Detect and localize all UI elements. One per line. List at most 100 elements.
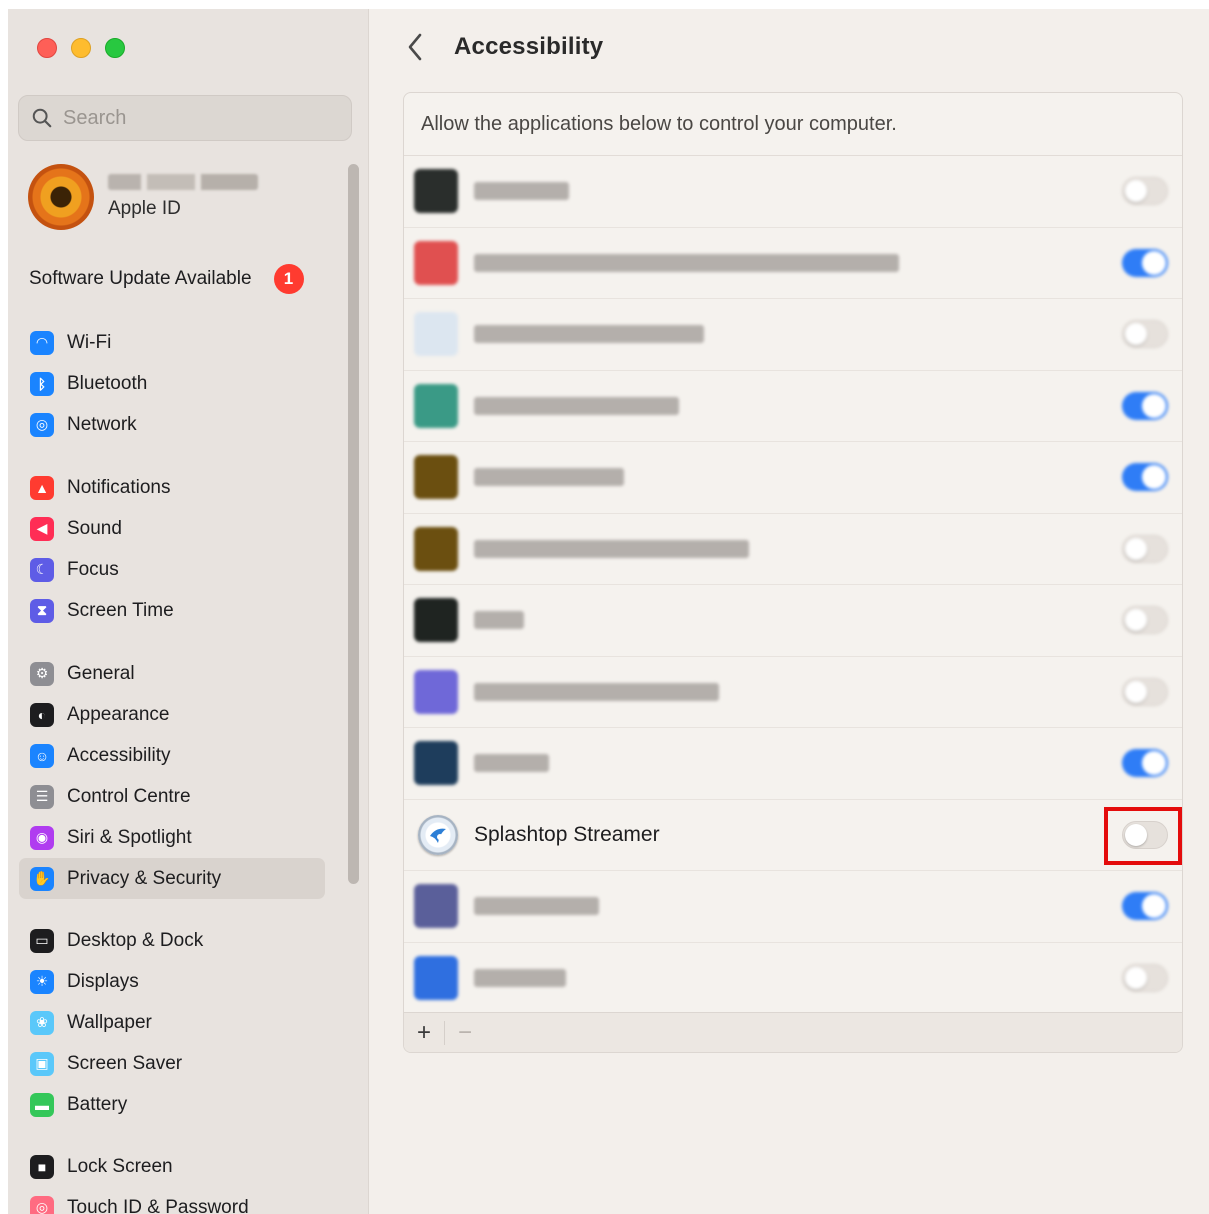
search-icon — [32, 108, 52, 128]
app-icon-redacted — [414, 455, 458, 500]
main-content: Accessibility Allow the applications bel… — [370, 9, 1209, 1214]
sidebar-item-label: Appearance — [67, 703, 170, 725]
sidebar-item-desktop-and-dock[interactable]: ▭ Desktop & Dock — [19, 920, 325, 961]
sidebar-item-label: Wallpaper — [67, 1011, 152, 1033]
app-icon-redacted — [414, 955, 458, 1000]
sidebar-item-label: Touch ID & Password — [67, 1196, 249, 1214]
search-input[interactable] — [63, 106, 323, 130]
search-field[interactable] — [18, 95, 352, 141]
sidebar-item-general[interactable]: ⚙ General — [19, 653, 325, 694]
gear-icon: ⚙ — [30, 661, 54, 686]
sidebar-item-displays[interactable]: ☀ Displays — [19, 961, 325, 1002]
app-list: Splashtop Streamer — [404, 156, 1182, 1014]
accessibility-apps-panel: Allow the applications below to control … — [403, 92, 1183, 1053]
highlight-box — [1104, 806, 1182, 865]
sidebar-item-siri-and-spotlight[interactable]: ◉ Siri & Spotlight — [19, 817, 325, 858]
access-toggle[interactable] — [1122, 248, 1168, 277]
sidebar-item-accessibility[interactable]: ☺ Accessibility — [19, 735, 325, 776]
access-toggle[interactable] — [1122, 320, 1168, 349]
access-toggle[interactable] — [1122, 749, 1168, 778]
sidebar-group: ⚙ General ◐ Appearance ☺ Accessibility ☰ Contro… — [19, 653, 325, 899]
panel-description: Allow the applications below to control … — [404, 93, 1182, 156]
sidebar-item-notifications[interactable]: ▲ Notifications — [19, 467, 325, 508]
access-toggle[interactable] — [1122, 892, 1168, 921]
app-icon-redacted — [414, 312, 458, 357]
sidebar-item-screen-time[interactable]: ⧗ Screen Time — [19, 590, 325, 631]
app-icon-redacted — [414, 669, 458, 714]
apple-id-item[interactable]: Apple ID — [28, 164, 258, 230]
app-icon-redacted — [414, 526, 458, 571]
zoom-window-button[interactable] — [105, 38, 125, 58]
hand-icon: ✋ — [30, 866, 54, 891]
app-row — [404, 943, 1182, 1014]
sidebar-item-wallpaper[interactable]: ❀ Wallpaper — [19, 1002, 325, 1043]
sidebar-item-label: Screen Time — [67, 599, 174, 621]
app-icon-redacted — [414, 598, 458, 643]
update-count-badge: 1 — [273, 264, 304, 294]
sidebar-item-bluetooth[interactable]: ᛒ Bluetooth — [19, 363, 325, 404]
minimize-window-button[interactable] — [71, 38, 91, 58]
sidebar-item-label: Accessibility — [67, 744, 171, 766]
back-button[interactable] — [400, 31, 430, 63]
sidebar-item-control-centre[interactable]: ☰ Control Centre — [19, 776, 325, 817]
settings-window: Apple ID Software Update Available 1 ◠ Wi… — [8, 9, 1209, 1214]
app-row — [404, 871, 1182, 943]
page-title: Accessibility — [454, 33, 604, 60]
software-update-label: Software Update Available — [29, 268, 252, 289]
app-row — [404, 657, 1182, 728]
sidebar-scrollbar[interactable] — [348, 164, 359, 884]
sidebar-item-focus[interactable]: ☾ Focus — [19, 549, 325, 590]
app-name-redacted — [474, 682, 719, 701]
chevron-left-icon — [408, 33, 422, 61]
app-row — [404, 514, 1182, 585]
app-name-redacted — [474, 754, 549, 773]
sidebar-group: ◠ Wi-Fi ᛒ Bluetooth ◎ Network — [19, 322, 325, 445]
app-icon-redacted — [414, 169, 458, 214]
sidebar-item-label: Control Centre — [67, 785, 191, 807]
sidebar-item-label: Screen Saver — [67, 1052, 183, 1074]
control-centre-icon: ☰ — [30, 784, 54, 809]
moon-icon: ☾ — [30, 557, 54, 582]
screensaver-icon: ▣ — [30, 1051, 54, 1076]
software-update-item[interactable]: Software Update Available 1 — [29, 264, 304, 294]
app-name-redacted — [474, 468, 624, 487]
app-row — [404, 728, 1182, 800]
battery-icon: ▬ — [30, 1092, 54, 1117]
sidebar-item-label: Displays — [67, 970, 139, 992]
sidebar-item-sound[interactable]: ◀ Sound — [19, 508, 325, 549]
sidebar: Apple ID Software Update Available 1 ◠ Wi… — [8, 9, 369, 1214]
add-app-button[interactable]: + — [404, 1013, 444, 1053]
app-row — [404, 585, 1182, 657]
sidebar-item-label: Battery — [67, 1093, 128, 1115]
access-toggle[interactable] — [1122, 963, 1168, 992]
sidebar-group: ▲ Notifications ◀ Sound ☾ Focus ⧗ Screen Time — [19, 467, 325, 631]
sidebar-item-appearance[interactable]: ◐ Appearance — [19, 694, 325, 735]
wifi-icon: ◠ — [30, 330, 54, 355]
app-name-redacted — [474, 325, 704, 344]
sidebar-item-label: Privacy & Security — [67, 867, 222, 889]
flower-icon: ❀ — [30, 1010, 54, 1035]
sidebar-item-network[interactable]: ◎ Network — [19, 404, 325, 445]
remove-app-button[interactable]: − — [445, 1013, 485, 1053]
sidebar-item-lock-screen[interactable]: ■ Lock Screen — [19, 1146, 325, 1187]
access-toggle[interactable] — [1122, 677, 1168, 706]
close-window-button[interactable] — [37, 38, 57, 58]
bluetooth-icon: ᛒ — [30, 371, 54, 396]
access-toggle[interactable] — [1122, 606, 1168, 635]
app-name-redacted — [474, 396, 679, 415]
bell-icon: ▲ — [30, 475, 54, 500]
sidebar-item-privacy-and-security[interactable]: ✋ Privacy & Security — [19, 858, 325, 899]
sidebar-item-touch-id-and-password[interactable]: ◎ Touch ID & Password — [19, 1187, 325, 1214]
sidebar-item-battery[interactable]: ▬ Battery — [19, 1084, 325, 1125]
sidebar-item-wi-fi[interactable]: ◠ Wi-Fi — [19, 322, 325, 363]
sidebar-item-screen-saver[interactable]: ▣ Screen Saver — [19, 1043, 325, 1084]
access-toggle[interactable] — [1122, 534, 1168, 563]
access-toggle[interactable] — [1122, 177, 1168, 206]
access-toggle[interactable] — [1122, 463, 1168, 492]
siri-icon: ◉ — [30, 825, 54, 850]
access-toggle[interactable] — [1122, 391, 1168, 420]
dock-icon: ▭ — [30, 928, 54, 953]
sidebar-item-label: Notifications — [67, 476, 171, 498]
sidebar-item-label: General — [67, 662, 135, 684]
app-name-redacted — [474, 539, 749, 558]
